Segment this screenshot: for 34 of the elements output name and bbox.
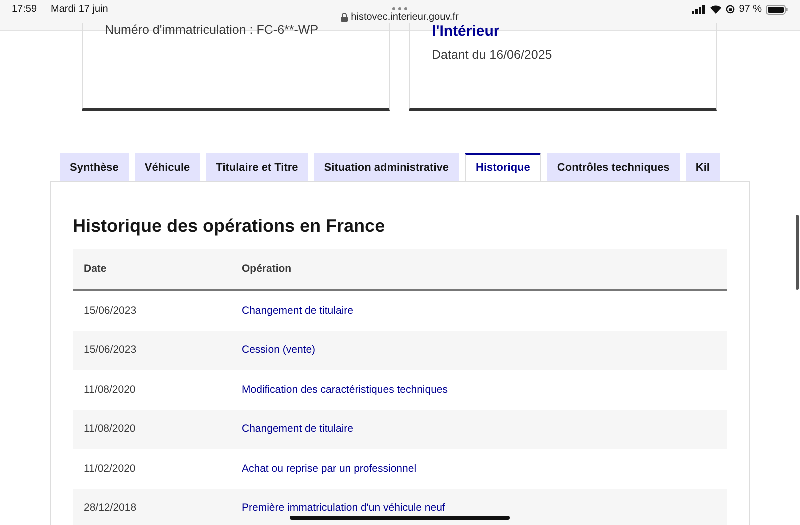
tab[interactable]: Contrôles techniques [547, 153, 680, 181]
tab[interactable]: Situation administrative [314, 153, 459, 181]
clock-time: 17:59 [12, 4, 38, 15]
wifi-icon [710, 5, 722, 14]
date-cell-text: 11/08/2020 [83, 384, 137, 396]
tab[interactable]: Synthèse [60, 153, 129, 181]
operation-link[interactable]: Modification des caractéristiques techniques [231, 384, 727, 396]
card-heading: l'Intérieur [432, 23, 501, 40]
battery-icon [766, 4, 788, 14]
rotation-lock-icon [726, 5, 736, 14]
date-cell-text: 15/06/2023 [83, 344, 138, 356]
tab[interactable]: Historique [465, 153, 542, 181]
operation-link[interactable]: Changement de titulaire [231, 304, 727, 317]
operation-link[interactable]: Changement de titulaire [231, 423, 727, 436]
operation-link[interactable]: Achat ou reprise par un professionnel [231, 462, 727, 475]
date-cell-text: 28/12/2018 [83, 502, 138, 514]
more-icon[interactable] [392, 7, 408, 11]
date-cell-text: 11/02/2020 [83, 462, 137, 475]
tab[interactable]: Titulaire et Titre [206, 153, 308, 181]
signal-icon [692, 5, 706, 14]
date-cell-text: 15/06/2023 [83, 304, 138, 317]
card-text: Datant du 16/06/2025 [432, 48, 554, 62]
operation-link[interactable]: Première immatriculation d'un véhicule neuf [231, 502, 727, 514]
date-cell-text: 11/08/2020 [83, 423, 137, 436]
address-bar[interactable]: histovec.interieur.gouv.fr [341, 12, 459, 23]
column-header: Opération [241, 263, 293, 275]
tab[interactable]: Kil [686, 153, 720, 181]
battery-percentage: 97 % [739, 4, 762, 15]
section-title: Historique des opérations en France [73, 216, 386, 237]
tab[interactable]: Véhicule [134, 153, 200, 181]
operation-link[interactable]: Cession (vente) [231, 344, 727, 356]
card-text: Numéro d'immatriculation : FC-6**-WP [105, 23, 320, 37]
column-header: Date [83, 263, 108, 275]
status-date: Mardi 17 juin [51, 4, 108, 15]
